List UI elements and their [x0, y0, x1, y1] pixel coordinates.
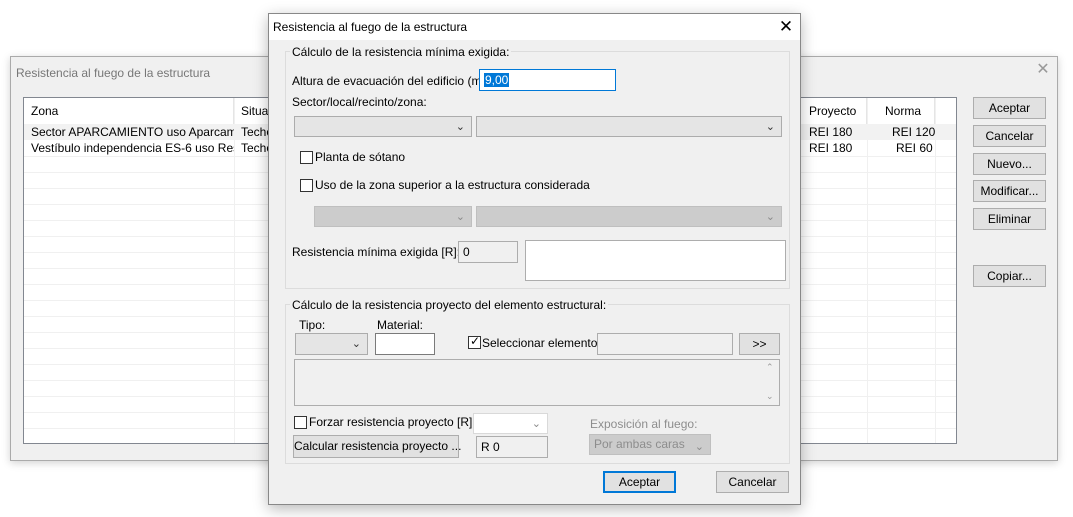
- aceptar-button-back[interactable]: Aceptar: [973, 97, 1046, 119]
- front-dialog-titlebar: Resistencia al fuego de la estructura ✕: [269, 14, 800, 40]
- cell-norma: REI 120: [892, 125, 935, 139]
- chevron-down-icon: ⌄: [766, 391, 774, 401]
- forzar-label: Forzar resistencia proyecto [R]:: [309, 415, 476, 429]
- eliminar-button[interactable]: Eliminar: [973, 208, 1046, 230]
- project-resistance-group-label: Cálculo de la resistencia proyecto del e…: [290, 298, 609, 312]
- cancelar-button-back[interactable]: Cancelar: [973, 125, 1046, 147]
- browse-button[interactable]: >>: [739, 333, 780, 355]
- chevron-down-icon: ⌄: [765, 211, 775, 223]
- resistencia-minima-notes: [525, 240, 786, 281]
- column-header-zona[interactable]: Zona: [24, 98, 234, 124]
- altura-value: 9,00: [484, 73, 510, 87]
- chevron-down-icon: ⌄: [531, 418, 541, 430]
- chevron-down-icon: ⌄: [765, 121, 775, 133]
- calcular-resistencia-button[interactable]: Calcular resistencia proyecto ...: [293, 435, 461, 458]
- modificar-button[interactable]: Modificar...: [973, 180, 1046, 202]
- exposicion-label: Exposición al fuego:: [590, 417, 698, 431]
- cell-zona: Vestíbulo independencia ES-6 uso Resi...: [31, 141, 234, 155]
- close-icon[interactable]: ✕: [1033, 60, 1053, 80]
- aceptar-button[interactable]: Aceptar: [603, 471, 676, 493]
- seleccionar-label: Seleccionar elemento: [482, 336, 598, 350]
- chevron-down-icon: ⌄: [351, 338, 361, 350]
- forzar-checkbox[interactable]: [294, 416, 307, 429]
- altura-label: Altura de evacuación del edificio (m):: [292, 74, 489, 88]
- sector-label: Sector/local/recinto/zona:: [292, 95, 427, 109]
- forzar-select[interactable]: ⌄: [473, 413, 548, 434]
- min-resistance-group-label: Cálculo de la resistencia mínima exigida…: [290, 45, 512, 59]
- resistencia-proyecto-value: R 0: [476, 436, 548, 458]
- chevron-up-icon: ⌃: [766, 362, 774, 372]
- cancelar-button[interactable]: Cancelar: [716, 471, 789, 493]
- cell-norma: REI 60: [896, 141, 933, 155]
- checkmark-icon: ✓: [470, 334, 481, 348]
- resistencia-minima-label: Resistencia mínima exigida [R]:: [292, 245, 461, 259]
- scrollbar[interactable]: ⌃ ⌄: [763, 360, 779, 405]
- back-dialog-title: Resistencia al fuego de la estructura: [16, 66, 211, 80]
- seleccionar-checkbox[interactable]: ✓: [468, 334, 481, 349]
- cell-proyecto: REI 180: [809, 125, 853, 139]
- copiar-button[interactable]: Copiar...: [973, 265, 1046, 287]
- sotano-checkbox[interactable]: [300, 151, 313, 164]
- chevron-down-icon: ⌄: [455, 211, 465, 223]
- chevron-down-icon: ⌄: [455, 121, 465, 133]
- element-description-area[interactable]: ⌃ ⌄: [294, 359, 780, 406]
- zona-superior-checkbox[interactable]: [300, 179, 313, 192]
- column-header-proyecto[interactable]: Proyecto: [802, 98, 867, 124]
- zona-superior-label: Uso de la zona superior a la estructura …: [315, 178, 590, 192]
- material-input[interactable]: [375, 333, 435, 355]
- material-label: Material:: [377, 318, 424, 332]
- sector-select[interactable]: ⌄: [476, 116, 782, 137]
- zona-superior-type-select[interactable]: ⌄: [314, 206, 472, 227]
- nuevo-button[interactable]: Nuevo...: [973, 153, 1046, 175]
- sotano-label: Planta de sótano: [315, 150, 406, 164]
- exposicion-value: Por ambas caras: [594, 437, 685, 451]
- close-icon[interactable]: ✕: [775, 16, 797, 38]
- tipo-select[interactable]: ⌄: [295, 333, 368, 355]
- front-dialog-title: Resistencia al fuego de la estructura: [273, 20, 468, 34]
- cell-proyecto: REI 180: [809, 141, 853, 155]
- chevron-down-icon: ⌄: [694, 441, 704, 453]
- altura-input[interactable]: 9,00: [479, 69, 616, 91]
- zona-superior-select[interactable]: ⌄: [476, 206, 782, 227]
- cell-zona: Sector APARCAMIENTO uso Aparcamie...: [31, 125, 234, 139]
- resistencia-minima-value: 0: [458, 241, 518, 263]
- sector-type-select[interactable]: ⌄: [294, 116, 472, 137]
- column-header-norma[interactable]: Norma: [867, 98, 935, 124]
- exposicion-select[interactable]: Por ambas caras ⌄: [589, 434, 711, 455]
- elemento-input: [597, 333, 733, 355]
- front-dialog: Resistencia al fuego de la estructura ✕ …: [268, 13, 801, 505]
- tipo-label: Tipo:: [299, 318, 326, 332]
